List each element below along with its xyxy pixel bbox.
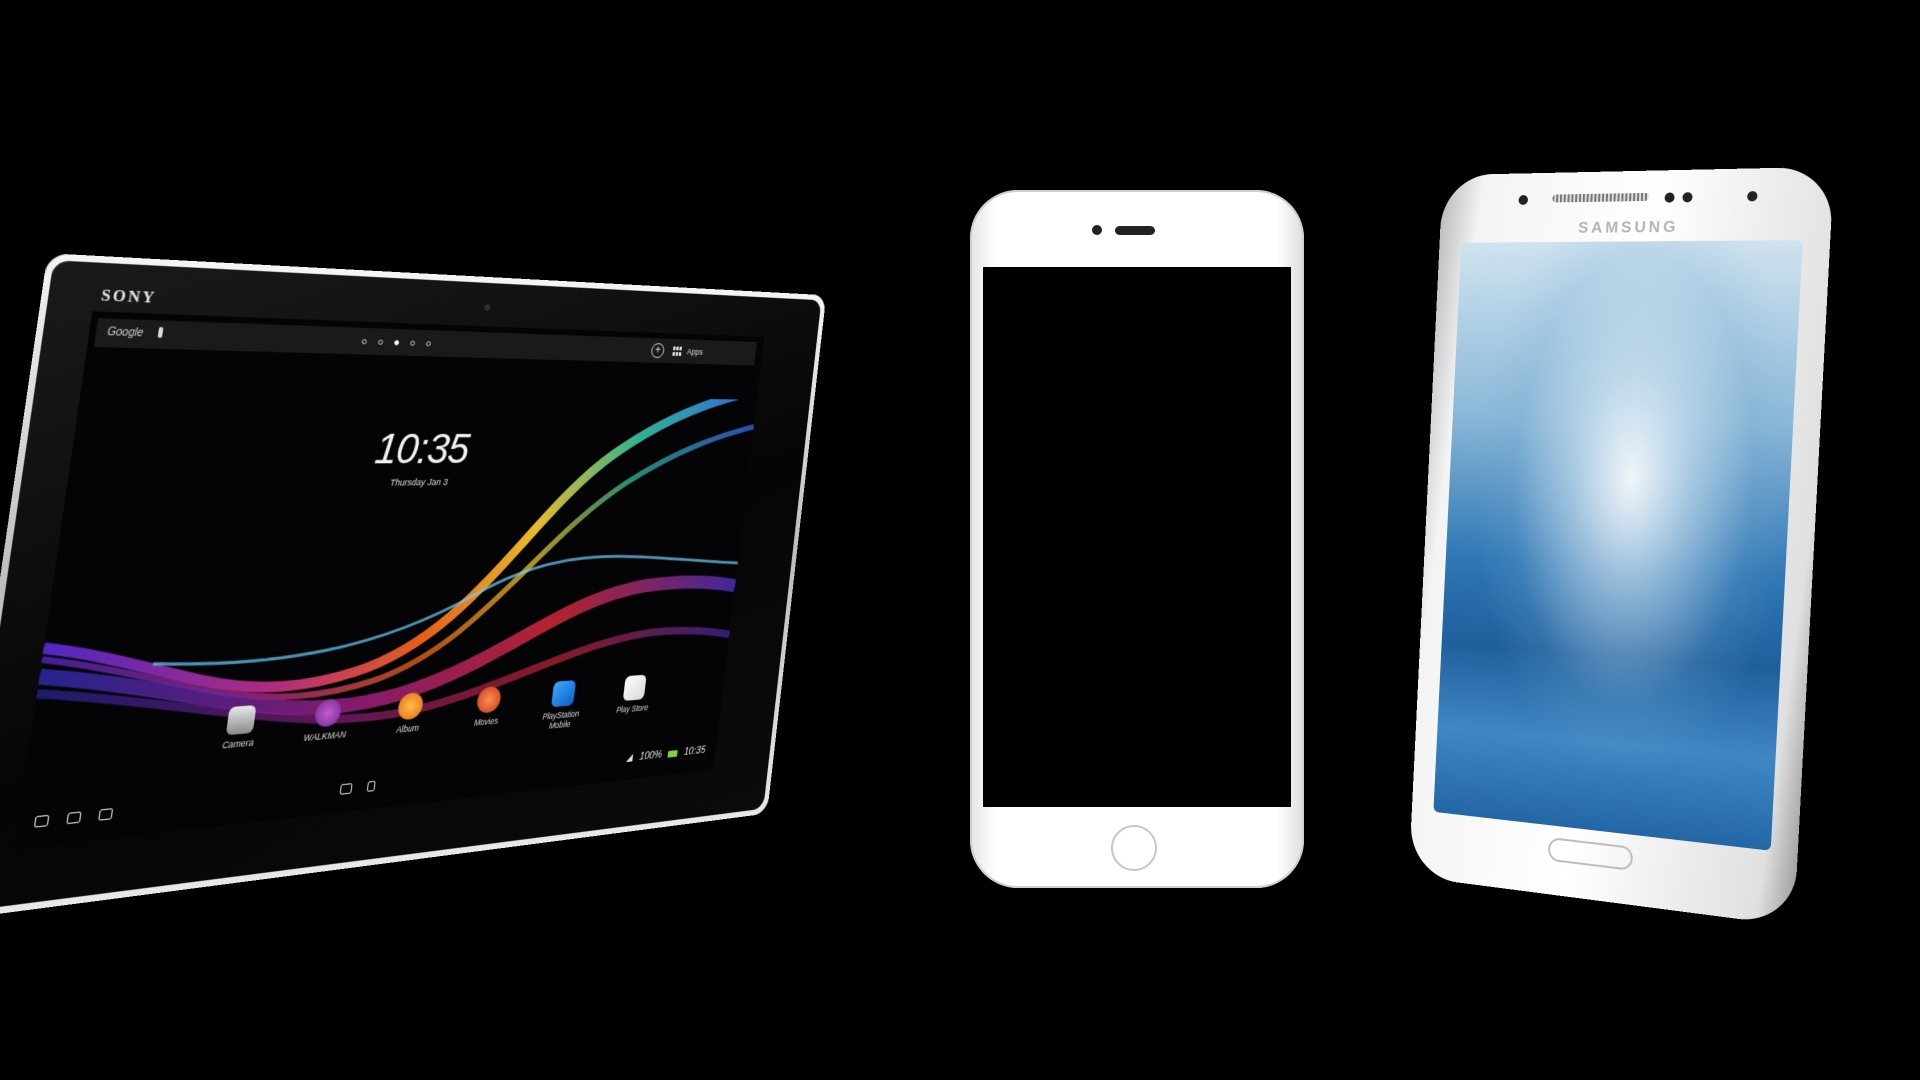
dock-item-label: Camera: [221, 737, 255, 751]
status-area: 100% 10:35: [626, 744, 706, 764]
lockscreen-clock: 10:35: [372, 424, 472, 473]
camera-icon: [225, 705, 257, 736]
dock-item-label: Play Store: [615, 702, 649, 715]
apps-grid-icon[interactable]: [672, 346, 683, 356]
home-button[interactable]: [1111, 825, 1157, 871]
tablet-frame: SONY Google + Apps 10:35 Thursday Jan 3 …: [0, 253, 827, 921]
small-app-icon[interactable]: [366, 780, 376, 792]
sensor-icon: [1518, 194, 1529, 205]
samsung-screen-wallpaper: [1433, 240, 1803, 851]
tablet-brand-logo: SONY: [99, 287, 158, 308]
page-indicator: [360, 328, 432, 357]
dock-item-label: Album: [395, 722, 420, 735]
back-icon[interactable]: [33, 814, 50, 828]
tablet-camera-icon: [484, 304, 491, 311]
page-dot-icon: [425, 340, 432, 346]
samsung-brand-logo: SAMSUNG: [1577, 218, 1679, 237]
playstation-mobile-icon: [551, 680, 577, 708]
sony-tablet: SONY Google + Apps 10:35 Thursday Jan 3 …: [0, 253, 827, 921]
sensor-icon: [1664, 192, 1675, 203]
search-label: Google: [106, 326, 144, 340]
signal-icon: [626, 753, 634, 763]
apps-label[interactable]: Apps: [686, 340, 705, 364]
dock-item-walkman[interactable]: WALKMAN: [292, 697, 360, 755]
search-bar[interactable]: Google + Apps: [93, 318, 757, 366]
dock-item-label: Movies: [473, 715, 499, 728]
dock-item-movies[interactable]: Movies: [456, 685, 517, 740]
page-dot-icon: [361, 338, 368, 344]
dock-item-album[interactable]: Album: [376, 691, 441, 747]
phone-screen-blank: [983, 267, 1291, 807]
samsung-smartphone: SAMSUNG: [1408, 166, 1835, 927]
dock-item-play-store[interactable]: Play Store: [605, 673, 661, 725]
walkman-icon: [313, 698, 343, 728]
page-dot-icon: [394, 339, 400, 345]
earpiece-speaker: [1115, 226, 1155, 235]
movies-icon: [475, 685, 503, 714]
mic-icon[interactable]: [157, 326, 164, 338]
tablet-bezel: SONY Google + Apps 10:35 Thursday Jan 3 …: [0, 260, 822, 913]
lockscreen-date: Thursday Jan 3: [389, 476, 449, 488]
white-smartphone: [970, 190, 1304, 888]
small-app-icon[interactable]: [339, 783, 353, 795]
recent-apps-icon[interactable]: [98, 808, 114, 821]
device-lineup-scene: SONY Google + Apps 10:35 Thursday Jan 3 …: [0, 0, 1920, 1080]
front-camera-icon: [1746, 191, 1758, 202]
sensor-icon: [1682, 192, 1693, 203]
tablet-screen: Google + Apps 10:35 Thursday Jan 3 Camer…: [14, 311, 765, 850]
dock-item-label: WALKMAN: [303, 728, 347, 744]
home-icon[interactable]: [66, 811, 82, 825]
home-button[interactable]: [1547, 836, 1634, 871]
dock-item-label: PlayStation Mobile: [542, 708, 580, 731]
battery-percent: 100%: [638, 748, 663, 763]
earpiece-speaker: [1552, 192, 1650, 203]
page-dot-icon: [377, 339, 384, 345]
play-store-icon: [622, 674, 647, 702]
page-dot-icon: [410, 340, 416, 346]
status-time: 10:35: [683, 744, 707, 758]
album-icon: [396, 691, 425, 721]
add-widget-icon[interactable]: +: [650, 342, 666, 359]
front-camera-icon: [1092, 225, 1102, 235]
battery-icon: [667, 749, 679, 758]
dock-item-playstation-mobile[interactable]: PlayStation Mobile: [533, 679, 592, 732]
samsung-body: SAMSUNG: [1408, 166, 1835, 927]
dock-item-camera[interactable]: Camera: [203, 704, 275, 764]
